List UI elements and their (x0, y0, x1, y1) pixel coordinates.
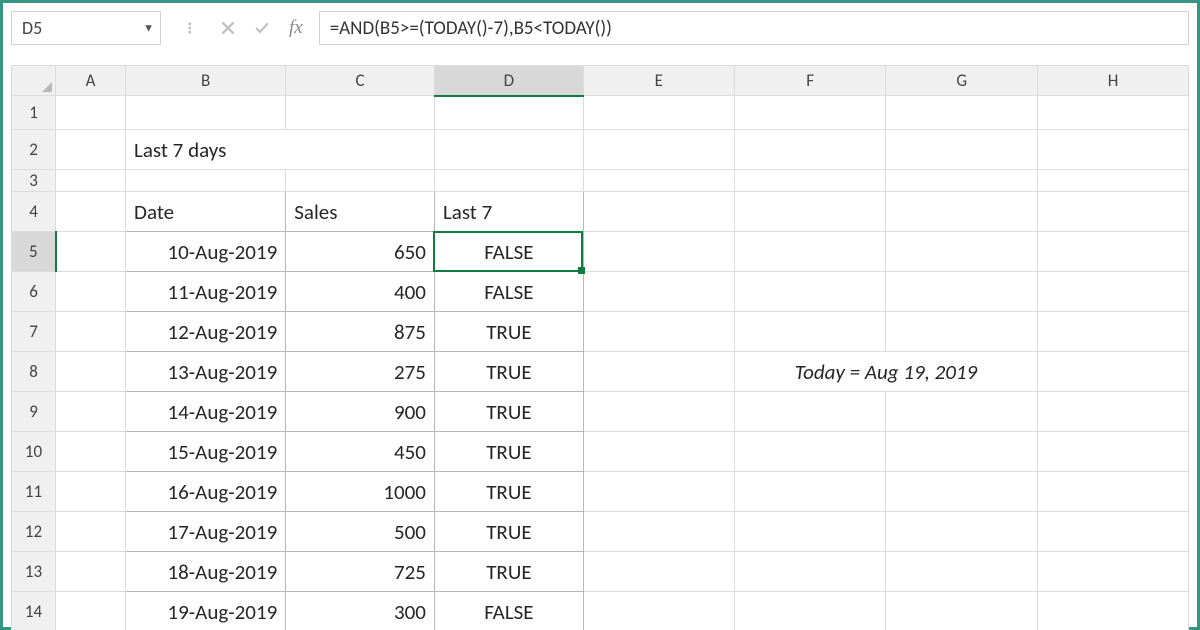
column-header-row: A B C D E F G H (12, 66, 1189, 96)
header-last7[interactable]: Last 7 (434, 192, 583, 232)
cell-sales[interactable]: 1000 (286, 472, 435, 512)
cell-last7[interactable]: TRUE (434, 392, 583, 432)
select-all-corner[interactable] (12, 66, 56, 96)
col-header-G[interactable]: G (886, 66, 1038, 96)
cell-last7[interactable]: TRUE (434, 352, 583, 392)
cell-last7[interactable]: FALSE (434, 232, 583, 272)
header-sales[interactable]: Sales (286, 192, 435, 232)
row-header-14[interactable]: 14 (12, 592, 56, 630)
table-row: 9 14-Aug-2019 900 TRUE (12, 392, 1189, 432)
cell-title[interactable]: Last 7 days (126, 130, 435, 170)
row-header-4[interactable]: 4 (12, 192, 56, 232)
table-row: 7 12-Aug-2019 875 TRUE (12, 312, 1189, 352)
formula-input[interactable]: =AND(B5>=(TODAY()-7),B5<TODAY()) (319, 11, 1189, 45)
cancel-icon[interactable] (221, 21, 235, 35)
cell-date[interactable]: 17-Aug-2019 (126, 512, 286, 552)
header-date[interactable]: Date (126, 192, 286, 232)
cell-last7[interactable]: TRUE (434, 512, 583, 552)
fx-icon[interactable]: fx (289, 17, 303, 39)
row-header-2[interactable]: 2 (12, 130, 56, 170)
col-header-A[interactable]: A (56, 66, 126, 96)
cell-sales[interactable]: 650 (286, 232, 435, 272)
cell-last7[interactable]: TRUE (434, 472, 583, 512)
spreadsheet-grid[interactable]: A B C D E F G H 1 (11, 65, 1189, 630)
cell-last7[interactable]: FALSE (434, 272, 583, 312)
row-4: 4 Date Sales Last 7 (12, 192, 1189, 232)
row-header-6[interactable]: 6 (12, 272, 56, 312)
cell-sales[interactable]: 500 (286, 512, 435, 552)
cell-sales[interactable]: 450 (286, 432, 435, 472)
today-note: Today = Aug 19, 2019 (734, 352, 1037, 392)
cell-date[interactable]: 19-Aug-2019 (126, 592, 286, 630)
cell-sales[interactable]: 275 (286, 352, 435, 392)
formula-bar-row: D5 ▼ fx =AND(B5>=(TODAY()-7),B5<TODAY()) (11, 11, 1189, 45)
table-row: 11 16-Aug-2019 1000 TRUE (12, 472, 1189, 512)
separator-icon (187, 21, 201, 35)
row-2: 2 Last 7 days (12, 130, 1189, 170)
cell-date[interactable]: 12-Aug-2019 (126, 312, 286, 352)
cell-sales[interactable]: 900 (286, 392, 435, 432)
cell-sales[interactable]: 875 (286, 312, 435, 352)
cell-date[interactable]: 15-Aug-2019 (126, 432, 286, 472)
cell-date[interactable]: 18-Aug-2019 (126, 552, 286, 592)
row-header-9[interactable]: 9 (12, 392, 56, 432)
cell-date[interactable]: 11-Aug-2019 (126, 272, 286, 312)
row-3: 3 (12, 170, 1189, 192)
row-1: 1 (12, 96, 1189, 130)
name-box-dropdown-icon[interactable]: ▼ (143, 22, 154, 35)
row-header-3[interactable]: 3 (12, 170, 56, 192)
table-row: 10 15-Aug-2019 450 TRUE (12, 432, 1189, 472)
cell-last7[interactable]: FALSE (434, 592, 583, 630)
row-header-8[interactable]: 8 (12, 352, 56, 392)
col-header-E[interactable]: E (583, 66, 734, 96)
col-header-F[interactable]: F (734, 66, 886, 96)
col-header-D[interactable]: D (434, 66, 583, 96)
row-header-12[interactable]: 12 (12, 512, 56, 552)
cell-date[interactable]: 16-Aug-2019 (126, 472, 286, 512)
name-box-value: D5 (22, 17, 42, 39)
row-header-13[interactable]: 13 (12, 552, 56, 592)
cell-last7[interactable]: TRUE (434, 432, 583, 472)
cell-last7[interactable]: TRUE (434, 312, 583, 352)
row-header-7[interactable]: 7 (12, 312, 56, 352)
row-header-5[interactable]: 5 (12, 232, 56, 272)
table-row: 14 19-Aug-2019 300 FALSE (12, 592, 1189, 630)
cell-sales[interactable]: 400 (286, 272, 435, 312)
cell-sales[interactable]: 300 (286, 592, 435, 630)
enter-icon[interactable] (255, 21, 269, 35)
cell-date[interactable]: 10-Aug-2019 (126, 232, 286, 272)
formula-text: =AND(B5>=(TODAY()-7),B5<TODAY()) (330, 17, 612, 40)
table-row: 6 11-Aug-2019 400 FALSE (12, 272, 1189, 312)
cell-date[interactable]: 13-Aug-2019 (126, 352, 286, 392)
formula-bar-controls: fx (161, 11, 319, 45)
col-header-C[interactable]: C (286, 66, 435, 96)
name-box[interactable]: D5 ▼ (11, 11, 161, 45)
table-row: 13 18-Aug-2019 725 TRUE (12, 552, 1189, 592)
row-header-10[interactable]: 10 (12, 432, 56, 472)
col-header-H[interactable]: H (1037, 66, 1188, 96)
row-header-1[interactable]: 1 (12, 96, 56, 130)
row-header-11[interactable]: 11 (12, 472, 56, 512)
col-header-B[interactable]: B (126, 66, 286, 96)
cell-sales[interactable]: 725 (286, 552, 435, 592)
table-row: 8 13-Aug-2019 275 TRUE Today = Aug 19, 2… (12, 352, 1189, 392)
table-row: 5 10-Aug-2019 650 FALSE (12, 232, 1189, 272)
cell-last7[interactable]: TRUE (434, 552, 583, 592)
cell-date[interactable]: 14-Aug-2019 (126, 392, 286, 432)
table-row: 12 17-Aug-2019 500 TRUE (12, 512, 1189, 552)
